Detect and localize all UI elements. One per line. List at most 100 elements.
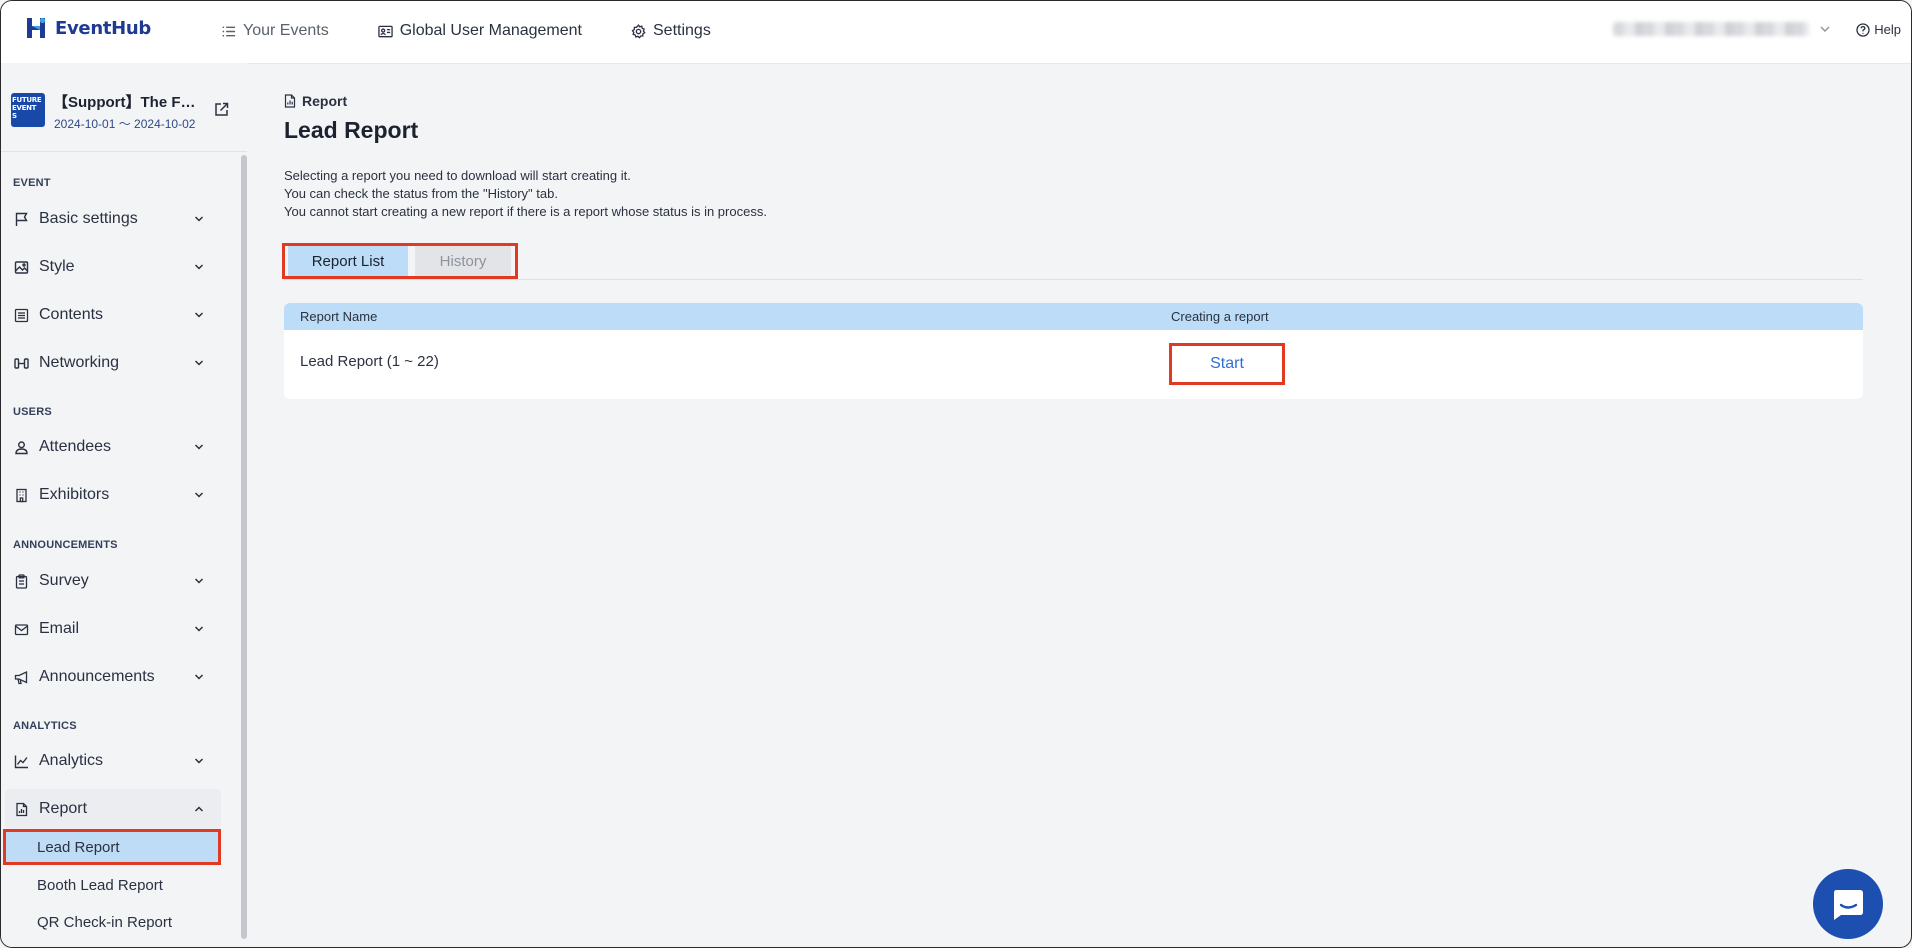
report-icon [16,802,28,816]
description-line: You can check the status from the "Histo… [284,186,558,201]
topnav-your-events-label: Your Events [243,22,329,39]
table-row: Lead Report (1 ~ 22) Start [284,330,1863,399]
table-header: Report Name Creating a report [284,303,1863,330]
sidebar-item-announcements[interactable]: Announcements [5,657,221,697]
event-header: FUTURE EVENT S 【Support】The F… 2024-10-0… [1,63,247,152]
sidebar-subitem-booth-lead-report[interactable]: Booth Lead Report [3,867,221,903]
user-menu[interactable] [1613,22,1831,36]
eventhub-logo-icon [27,17,46,38]
description-line: You cannot start creating a new report i… [284,204,767,219]
question-circle-icon [1856,22,1870,37]
topnav-global-user-management[interactable]: Global User Management [377,22,582,40]
external-link-icon[interactable] [213,101,230,118]
section-analytics: ANALYTICS [13,720,77,732]
main-content: Report Lead Report Selecting a report yo… [282,63,1863,947]
chevron-down-icon [194,360,204,366]
sidebar-item-attendees[interactable]: Attendees [5,427,221,467]
topnav-settings[interactable]: Settings [631,22,711,40]
chevron-down-icon [194,444,204,450]
sidebar-item-contents[interactable]: Contents [5,295,221,335]
page-title: Lead Report [284,117,419,143]
event-dates: 2024-10-01 〜 2024-10-02 [54,117,196,131]
sidebar-item-label: Attendees [39,438,112,455]
app-window: EventHub Your Events Global User Managem… [0,0,1912,948]
sidebar-subitem-label: Lead Report [37,838,120,856]
sidebar-item-exhibitors[interactable]: Exhibitors [5,475,221,515]
sidebar-item-label: Announcements [39,668,155,685]
thumb-line-2: EVENT [12,104,37,112]
sidebar-subitem-label: QR Check-in Report [37,913,173,931]
help-label: Help [1874,22,1901,37]
sidebar-item-label: Exhibitors [39,486,110,503]
megaphone-icon [14,670,28,684]
help-link[interactable]: Help [1856,22,1901,37]
report-icon [284,94,296,108]
column-header-report-name: Report Name [300,309,378,324]
sidebar-item-networking[interactable]: Networking [5,343,221,383]
top-nav: Your Events Global User Management Setti… [221,1,760,61]
sidebar-scrollbar[interactable] [241,155,247,939]
network-icon [14,357,29,369]
event-title: 【Support】The F… [53,94,196,111]
sidebar-item-label: Report [39,800,88,817]
chevron-down-icon [194,312,204,318]
sidebar-item-style[interactable]: Style [5,247,221,287]
sidebar-item-label: Networking [39,354,120,371]
thumb-line-1: FUTURE [12,96,42,104]
report-tabs: Report List History [282,243,518,279]
id-card-icon [377,25,393,37]
gear-icon [631,23,646,39]
page-description: Selecting a report you need to download … [284,167,767,221]
breadcrumb: Report [284,93,347,109]
sidebar-item-report[interactable]: Report [5,789,221,829]
sidebar-subitem-label: Booth Lead Report [37,876,163,894]
sidebar: FUTURE EVENT S 【Support】The F… 2024-10-0… [1,63,247,947]
tab-report-list[interactable]: Report List [288,246,408,276]
section-users: USERS [13,406,52,418]
topnav-your-events[interactable]: Your Events [221,22,329,40]
breadcrumb-label: Report [302,93,348,109]
top-bar: EventHub Your Events Global User Managem… [1,1,1911,64]
chevron-down-icon [194,578,204,584]
brand-logo[interactable]: EventHub [23,15,151,41]
chevron-down-icon [194,758,204,764]
chevron-down-icon [194,264,204,270]
column-header-creating-report: Creating a report [1171,309,1269,324]
tab-history[interactable]: History [415,246,511,276]
sidebar-item-email[interactable]: Email [5,609,221,649]
sidebar-item-analytics[interactable]: Analytics [5,741,221,781]
user-name-redacted [1613,22,1809,36]
chevron-up-icon [194,806,204,812]
chevron-down-icon [194,492,204,498]
chevron-down-icon [194,216,204,222]
sidebar-subitem-qr-checkin-report[interactable]: QR Check-in Report [3,904,221,940]
section-event: EVENT [13,177,51,189]
chat-support-button[interactable] [1813,869,1883,939]
section-announcements: ANNOUNCEMENTS [13,539,118,551]
image-icon [14,260,29,274]
building-icon [16,488,27,502]
chat-bubble-icon [1834,890,1863,920]
chevron-down-icon [1820,26,1830,32]
list-icon [222,25,236,37]
start-button[interactable]: Start [1169,343,1285,385]
clipboard-icon [15,573,28,589]
mail-icon [14,623,29,635]
sidebar-item-survey[interactable]: Survey [5,561,221,601]
chart-line-icon [14,755,28,768]
sidebar-item-label: Email [39,620,80,637]
report-table: Report Name Creating a report Lead Repor… [284,303,1863,399]
list-box-icon [14,308,29,322]
description-line: Selecting a report you need to download … [284,168,631,183]
tabs-divider [284,279,1863,280]
sidebar-item-label: Basic settings [39,210,138,227]
sidebar-item-basic-settings[interactable]: Basic settings [5,199,221,239]
topnav-global-user-management-label: Global User Management [399,22,582,39]
sidebar-item-label: Survey [39,572,89,589]
chevron-down-icon [194,674,204,680]
thumb-line-3: S [12,112,17,120]
report-name-cell: Lead Report (1 ~ 22) [300,353,439,370]
sidebar-subitem-lead-report[interactable]: Lead Report [3,829,221,865]
chevron-down-icon [194,626,204,632]
event-thumbnail: FUTURE EVENT S [11,93,45,127]
